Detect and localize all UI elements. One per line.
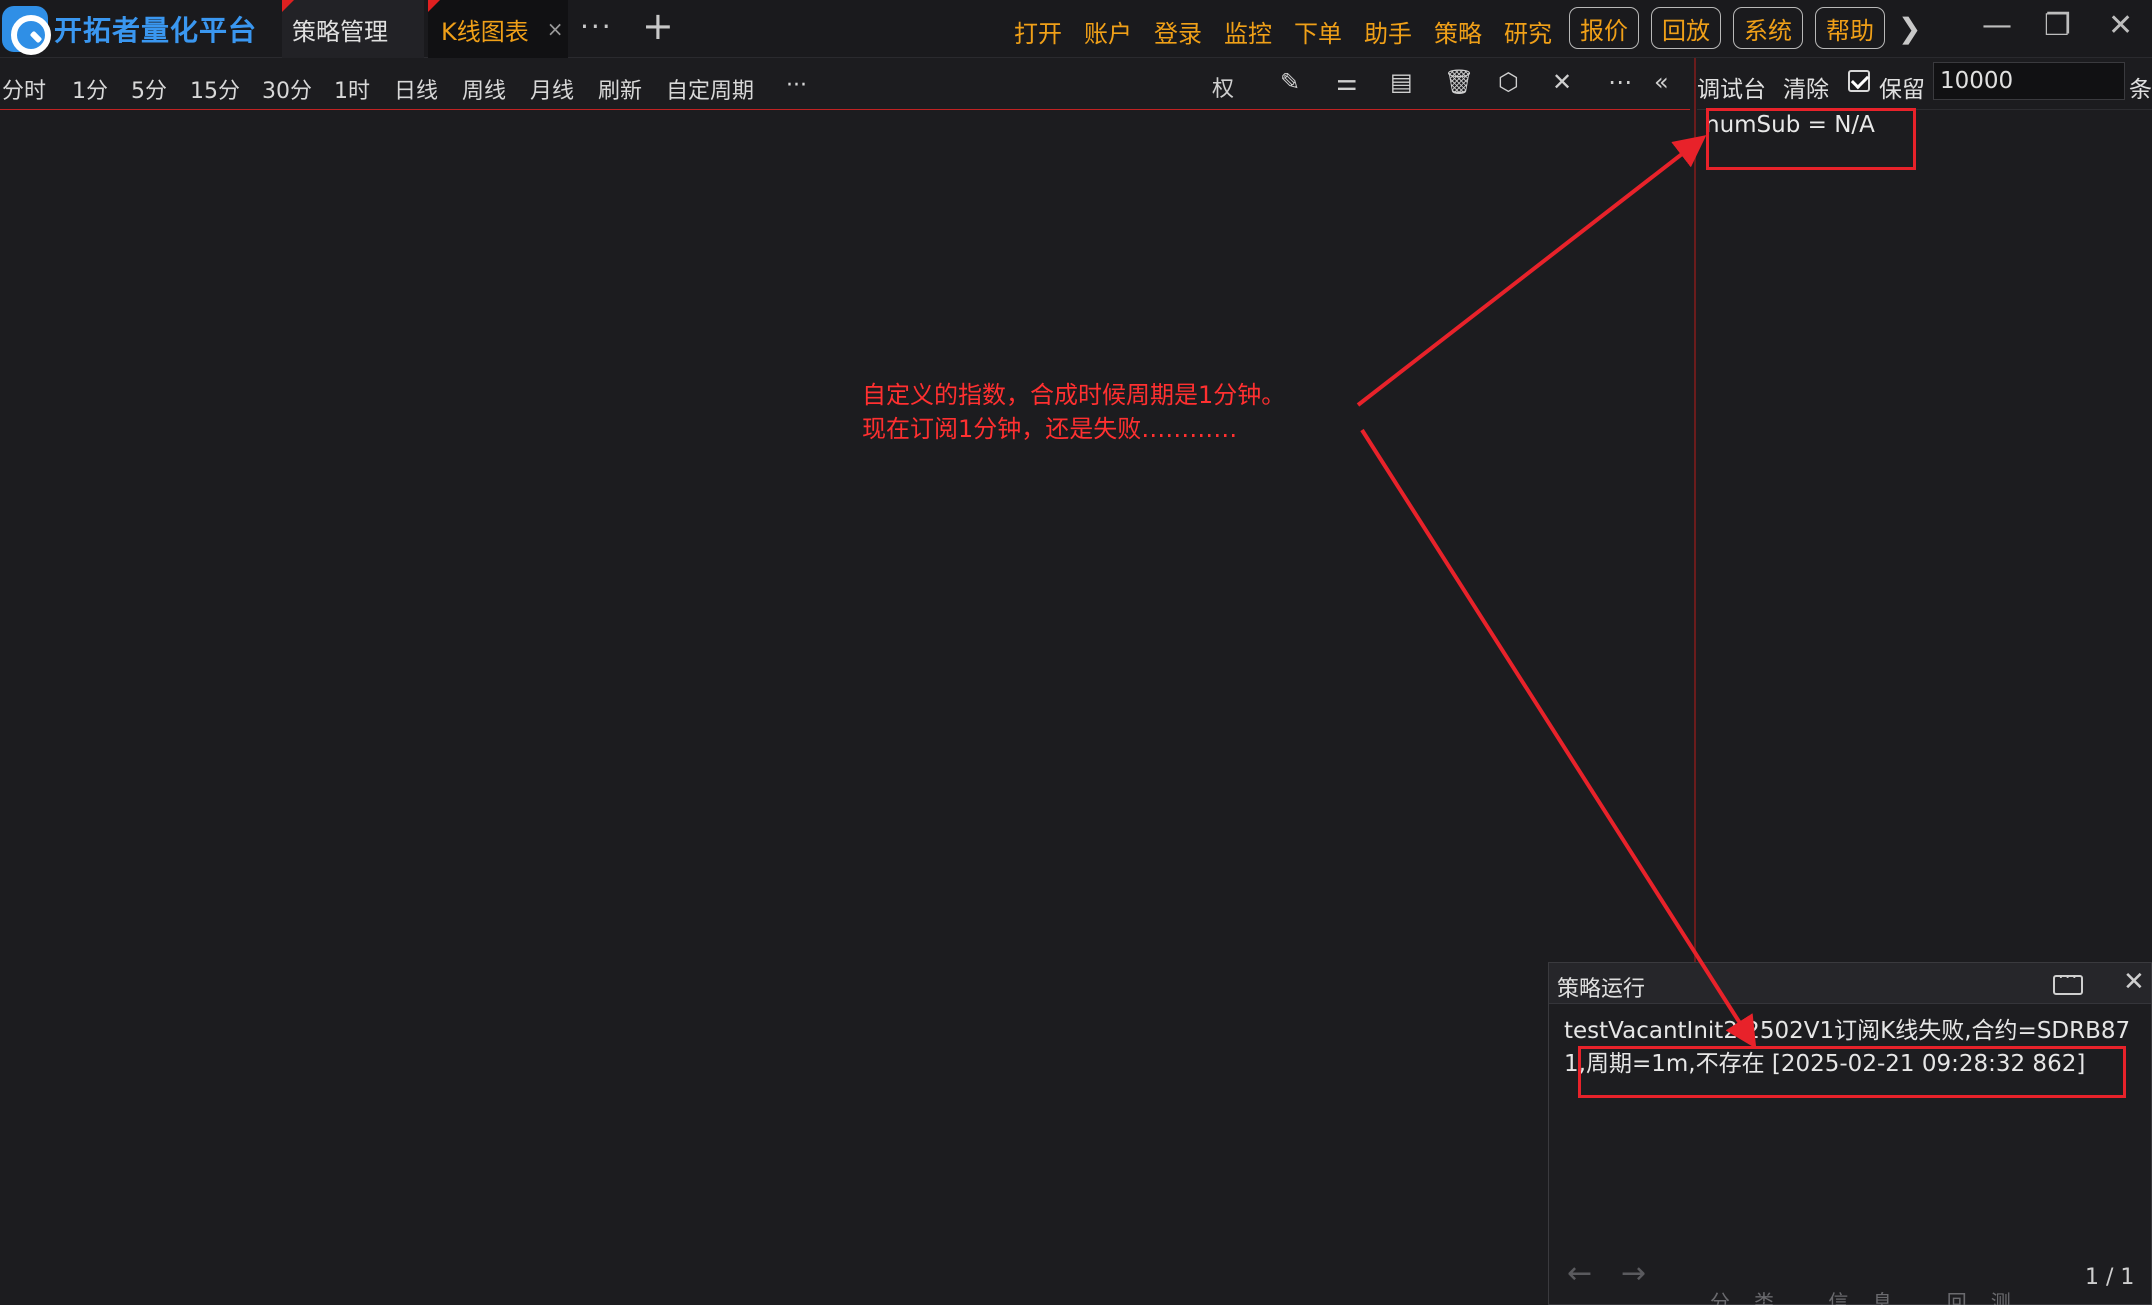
more-tabs-icon[interactable]: ···: [580, 10, 613, 43]
add-tab-icon[interactable]: +: [642, 4, 674, 48]
keep-count-input[interactable]: [1933, 62, 2125, 100]
tab-modified-marker: [282, 0, 294, 12]
keep-unit-label: 条: [2129, 77, 2152, 103]
debug-console-output: [1697, 111, 2152, 961]
trash-icon[interactable]: 🗑: [1444, 68, 1474, 96]
chat-icon[interactable]: [2053, 967, 2083, 995]
period-monthly[interactable]: 月线: [530, 73, 574, 105]
pencil-icon[interactable]: ✎: [1280, 68, 1300, 96]
period-1min[interactable]: 1分: [72, 73, 108, 105]
arrow-right-icon[interactable]: →: [1621, 1256, 1646, 1291]
replay-button[interactable]: 回放: [1651, 7, 1721, 49]
tab-close-icon[interactable]: ×: [547, 17, 564, 41]
system-button[interactable]: 系统: [1733, 7, 1803, 49]
annotation-line-1: 自定义的指数，合成时候周期是1分钟。: [862, 381, 1286, 409]
close-icon[interactable]: ✕: [2108, 8, 2133, 43]
more-periods-icon[interactable]: ···: [786, 73, 807, 98]
tab-label: K线图表: [441, 17, 529, 46]
app-window: 开拓者量化平台 策略管理 K线图表 × ··· + 打开 账户 登录 监控 下单…: [0, 0, 2152, 1305]
menu-monitor[interactable]: 监控: [1224, 14, 1272, 49]
page-indicator: 1 / 1: [2085, 1265, 2135, 1290]
menu-research[interactable]: 研究: [1504, 14, 1552, 49]
keep-label: 保留: [1879, 77, 1925, 103]
minimize-icon[interactable]: —: [1982, 8, 2012, 43]
debug-console-title: 调试台: [1697, 77, 1766, 103]
period-weekly[interactable]: 周线: [462, 73, 506, 105]
app-name: 开拓者量化平台: [54, 14, 258, 47]
help-button[interactable]: 帮助: [1815, 7, 1885, 49]
kline-chart-area[interactable]: [0, 111, 1690, 1305]
period-5min[interactable]: 5分: [131, 73, 167, 105]
annotation-line-2: 现在订阅1分钟，还是失败…………: [862, 415, 1238, 443]
tab-strategy-management[interactable]: 策略管理: [282, 0, 424, 58]
title-bar: 开拓者量化平台 策略管理 K线图表 × ··· + 打开 账户 登录 监控 下单…: [0, 0, 2152, 58]
settings-icon[interactable]: ⬡: [1498, 68, 1519, 96]
app-logo: 开拓者量化平台: [0, 0, 280, 58]
refresh-button[interactable]: 刷新: [598, 73, 642, 105]
menu-assistant[interactable]: 助手: [1364, 14, 1412, 49]
restore-icon[interactable]: ❐: [2044, 8, 2071, 43]
close-panel-icon[interactable]: ✕: [2123, 967, 2145, 997]
menu-account[interactable]: 账户: [1084, 14, 1132, 49]
tab-label: 策略管理: [292, 17, 388, 46]
debug-console-header: 调试台 清除 保留 条: [1697, 58, 2152, 110]
layout-icon[interactable]: ▤: [1390, 68, 1413, 96]
annotation-box-error: [1578, 1046, 2126, 1098]
arrow-left-icon[interactable]: ←: [1567, 1256, 1592, 1291]
sliders-icon[interactable]: ⚌: [1336, 68, 1358, 96]
quote-button[interactable]: 报价: [1569, 7, 1639, 49]
period-daily[interactable]: 日线: [394, 73, 438, 105]
tab-kline-chart[interactable]: K线图表 ×: [428, 0, 568, 58]
menu-strategy[interactable]: 策略: [1434, 14, 1482, 49]
chart-toolbar: 分时 1分 5分 15分 30分 1时 日线 周线 月线 刷新 自定周期 ···…: [0, 58, 1690, 110]
clear-button[interactable]: 清除: [1783, 70, 1829, 104]
menu-order[interactable]: 下单: [1294, 14, 1342, 49]
more-tools-icon[interactable]: ⋯: [1608, 68, 1632, 96]
strategy-run-title: 策略运行: [1557, 977, 1646, 1002]
keep-checkbox[interactable]: [1848, 70, 1870, 92]
strategy-run-panel: 策略运行 ✕ testVacantInit2 2502V1订阅K线失败,合约=S…: [1548, 962, 2152, 1305]
strategy-run-header: 策略运行 ✕: [1549, 963, 2151, 1004]
chevron-right-icon[interactable]: ❯: [1898, 12, 1921, 45]
period-30min[interactable]: 30分: [262, 73, 312, 105]
custom-period-button[interactable]: 自定周期: [666, 73, 754, 105]
period-1hour[interactable]: 1时: [334, 73, 370, 105]
annotation-text: 自定义的指数，合成时候周期是1分钟。 现在订阅1分钟，还是失败…………: [862, 378, 1285, 446]
menu-open[interactable]: 打开: [1014, 14, 1062, 49]
collapse-left-icon[interactable]: «: [1654, 68, 1669, 96]
period-intraday[interactable]: 分时: [2, 73, 46, 105]
period-15min[interactable]: 15分: [190, 73, 240, 105]
menu-login[interactable]: 登录: [1154, 14, 1202, 49]
tab-modified-marker: [428, 0, 440, 12]
app-logo-icon: [2, 6, 51, 55]
bottom-tabs[interactable]: 分类 信息 回测: [1710, 1286, 2035, 1305]
annotation-box-console: [1706, 108, 1916, 170]
close-chart-icon[interactable]: ✕: [1552, 68, 1572, 96]
rights-adjust-button[interactable]: 权: [1212, 71, 1234, 103]
